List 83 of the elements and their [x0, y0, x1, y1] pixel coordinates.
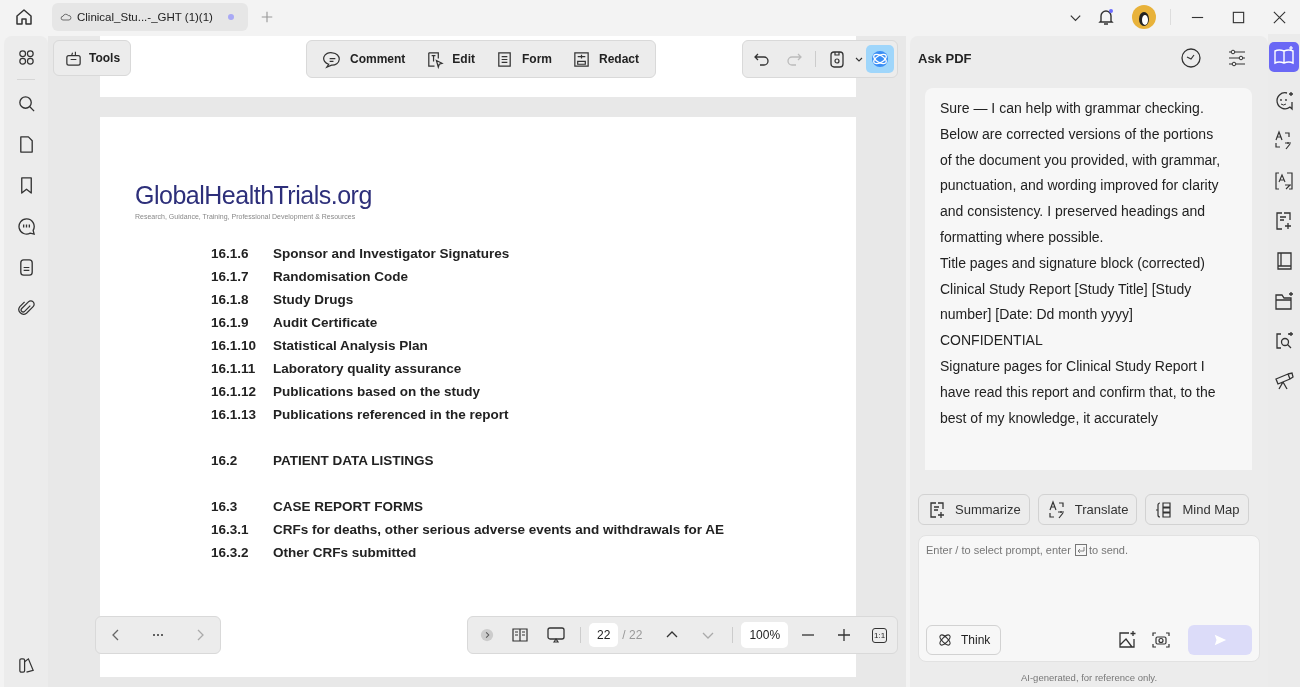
- section-title: PATIENT DATA LISTINGS: [273, 453, 434, 468]
- document-tab[interactable]: Clinical_Stu...-_GHT (1)(1): [52, 3, 248, 31]
- prompt-field[interactable]: Enter / to select prompt, enter to send. Think: [918, 535, 1260, 662]
- toolbar-button[interactable]: Form: [485, 41, 562, 77]
- atom-icon: [937, 632, 953, 648]
- section-number: 16.3.2: [211, 545, 250, 560]
- section-title: Publications referenced in the report: [273, 407, 509, 422]
- disclaimer-text: AI-generated, for reference only.: [1019, 672, 1159, 683]
- grid-icon[interactable]: [16, 48, 36, 67]
- summary-icon: [927, 499, 947, 520]
- comments-icon[interactable]: [16, 217, 36, 236]
- section-title: CASE REPORT FORMS: [273, 499, 423, 514]
- section-number: 16.1.8: [211, 292, 250, 307]
- section-title: Other CRFs submitted: [273, 545, 417, 560]
- avatar-icon[interactable]: [1132, 5, 1156, 29]
- image-upload-icon[interactable]: [1116, 629, 1138, 651]
- section-number: 16.2: [211, 453, 239, 468]
- text-cursor-icon: [425, 49, 445, 69]
- section-number: 16.1.11: [211, 361, 257, 376]
- section-title: CRFs for deaths, other serious adverse events and withdrawals for AE: [273, 522, 725, 537]
- message-text: Signature pages for Clinical Study Report I have read this report and confirm that, to the best of my knowledge, it accurately: [940, 356, 1217, 428]
- section-number: 16.1.10: [211, 338, 258, 353]
- section-title: Laboratory quality assurance: [273, 361, 462, 376]
- panel-title: Ask PDF: [918, 50, 972, 66]
- section-number: 16.3.1: [211, 522, 250, 537]
- camera-icon[interactable]: [1150, 629, 1172, 651]
- section-number: 16.3: [211, 499, 239, 514]
- page-number-field[interactable]: 22: [589, 623, 619, 647]
- layers-icon[interactable]: [16, 656, 36, 675]
- toolbar-button[interactable]: Edit: [415, 41, 485, 77]
- section-title: Sponsor and Investigator Signatures: [273, 246, 510, 261]
- section-title: Statistical Analysis Plan: [273, 338, 428, 353]
- tools-button[interactable]: Tools: [53, 40, 132, 76]
- toolbar-button[interactable]: Redact: [562, 41, 650, 77]
- chat-bot-icon[interactable]: [1273, 90, 1295, 112]
- enter-key-icon: [1074, 544, 1087, 556]
- translate-icon: [1046, 499, 1067, 520]
- placeholder-text: Enter / to select prompt, enter: [926, 544, 1071, 556]
- telescope-icon[interactable]: [1273, 370, 1295, 392]
- form-icon: [495, 49, 514, 69]
- cloud-icon: [60, 12, 72, 22]
- quick-action-button[interactable]: Summarize: [918, 494, 1030, 525]
- placeholder-text: to send.: [1088, 544, 1129, 556]
- quick-action-button[interactable]: Mind Map: [1145, 494, 1249, 525]
- search-icon[interactable]: [1273, 330, 1295, 352]
- presentation-icon[interactable]: [546, 625, 566, 645]
- section-number: 16.1.7: [211, 269, 250, 284]
- section-title: Study Drugs: [273, 292, 354, 307]
- logo-text: GlobalHealthTrials.org: [135, 181, 373, 209]
- redact-icon: [572, 49, 591, 69]
- section-title: Audit Certificate: [273, 315, 378, 330]
- search-icon[interactable]: [16, 94, 36, 113]
- section-title: Publications based on the study: [273, 384, 481, 399]
- actual-size-button[interactable]: 1:1: [872, 627, 888, 643]
- close-icon[interactable]: [1272, 9, 1287, 25]
- section-title: Randomisation Code: [273, 269, 408, 284]
- message-text: Clinical Study Report [Study Title] [Study number] [Date: Dd month yyyy]: [940, 279, 1193, 325]
- bell-icon[interactable]: [1096, 7, 1116, 27]
- section-number: 16.1.9: [211, 315, 250, 330]
- zoom-field[interactable]: 100%: [741, 622, 789, 648]
- page-total: / 22: [622, 628, 643, 642]
- think-button[interactable]: Think: [926, 625, 1002, 655]
- translate-page-icon[interactable]: [1273, 170, 1295, 192]
- section-number: 16.1.13: [211, 407, 258, 422]
- two-page-icon[interactable]: [510, 625, 530, 645]
- message-text: Title pages and signature block (corrected): [940, 253, 1206, 273]
- section-number: 16.1.6: [211, 246, 250, 261]
- message-text: Sure — I can help with grammar checking. Below are corrected versions of the portions of the document you provided, with grammar, punctuation, and wording improved for clarity and consistency. I preserved headings and formatting where possible.: [940, 99, 1222, 247]
- settings-icon[interactable]: [1226, 47, 1248, 69]
- home-icon[interactable]: [14, 7, 34, 27]
- send-icon: [1213, 633, 1227, 647]
- folder-icon[interactable]: [1273, 290, 1295, 312]
- toolbar-button[interactable]: Comment: [313, 41, 416, 77]
- maximize-icon[interactable]: [1231, 9, 1246, 25]
- attachment-icon[interactable]: [16, 299, 36, 318]
- collapse-icon[interactable]: [480, 628, 494, 642]
- message-text: CONFIDENTIAL: [940, 331, 1044, 351]
- history-icon[interactable]: [1180, 47, 1202, 69]
- save-icon[interactable]: [827, 49, 847, 69]
- section-number: 16.1.12: [211, 384, 258, 399]
- quick-action-button[interactable]: Translate: [1037, 494, 1138, 525]
- book-icon[interactable]: [1269, 42, 1299, 72]
- speech-bubble-icon: [323, 49, 342, 69]
